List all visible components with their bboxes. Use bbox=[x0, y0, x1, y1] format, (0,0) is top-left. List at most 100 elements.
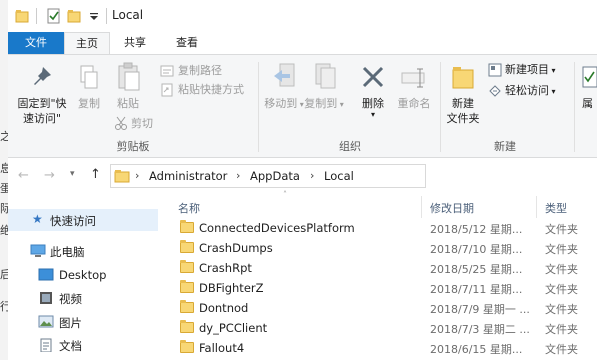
file-row[interactable]: DBFighterZ 2018/7/11 星期... 文件夹 bbox=[170, 278, 597, 298]
folder-icon bbox=[114, 170, 130, 183]
copy-to-label: 复制到 bbox=[304, 97, 338, 110]
file-name: CrashDumps bbox=[199, 241, 273, 255]
divider bbox=[106, 8, 107, 24]
file-name: DBFighterZ bbox=[199, 281, 264, 295]
file-name: ConnectedDevicesPlatform bbox=[199, 221, 355, 235]
properties-check-icon[interactable] bbox=[46, 8, 62, 24]
file-row[interactable]: Dontnod 2018/7/9 星期一 ... 文件夹 bbox=[170, 298, 597, 318]
column-divider[interactable] bbox=[421, 196, 422, 218]
nav-item-label: 视频 bbox=[59, 292, 82, 306]
move-to-label: 移动到 bbox=[264, 97, 298, 110]
tab-share[interactable]: 共享 bbox=[112, 32, 158, 54]
pin-icon[interactable] bbox=[30, 64, 54, 92]
up-arrow-icon[interactable]: ↑ bbox=[90, 167, 101, 182]
file-row[interactable]: Fallout4 2018/6/15 星期... 文件夹 bbox=[170, 338, 597, 358]
file-row[interactable]: ConnectedDevicesPlatform 2018/5/12 星期...… bbox=[170, 218, 597, 238]
delete-button[interactable]: 删除 ▾ bbox=[354, 96, 392, 119]
file-name: dy_PCClient bbox=[199, 321, 268, 335]
easy-access-button[interactable]: 轻松访问 ▾ bbox=[505, 84, 556, 99]
desktop-text-fragment: 后 bbox=[0, 268, 8, 281]
new-item-icon bbox=[488, 63, 502, 77]
sort-chevron-icon: ˄ bbox=[283, 190, 287, 199]
tab-file[interactable]: 文件 bbox=[8, 32, 64, 54]
move-to-icon bbox=[274, 63, 295, 87]
file-type: 文件夹 bbox=[545, 223, 578, 236]
back-arrow-icon[interactable]: ← bbox=[18, 168, 29, 183]
nav-item-this-pc[interactable]: 此电脑 bbox=[8, 240, 158, 262]
rename-button[interactable]: 重命名 bbox=[392, 96, 436, 111]
tab-view[interactable]: 查看 bbox=[164, 32, 210, 54]
copy-to-button[interactable]: 复制到 ▾ bbox=[302, 96, 346, 112]
computer-icon bbox=[30, 244, 46, 257]
column-divider[interactable] bbox=[536, 196, 537, 218]
easy-access-label: 轻松访问 bbox=[505, 84, 549, 97]
pictures-icon bbox=[38, 315, 54, 328]
properties-icon bbox=[582, 66, 597, 88]
video-icon bbox=[40, 292, 52, 304]
nav-item-pictures[interactable]: 图片 bbox=[8, 311, 158, 333]
rename-icon bbox=[401, 68, 425, 88]
column-header-date[interactable]: 修改日期 bbox=[430, 200, 474, 216]
file-type: 文件夹 bbox=[545, 323, 578, 336]
paste-shortcut-icon bbox=[161, 83, 173, 97]
breadcrumb-local[interactable]: Local bbox=[324, 169, 354, 183]
paste-shortcut-button[interactable]: 粘贴快捷方式 bbox=[178, 83, 244, 97]
breadcrumb-appdata[interactable]: AppData bbox=[250, 169, 300, 183]
new-folder-line2: 文件夹 bbox=[446, 112, 480, 125]
move-to-button[interactable]: 移动到 ▾ bbox=[262, 96, 306, 112]
clipboard-group-label: 剪贴板 bbox=[116, 140, 150, 153]
breadcrumb-separator-icon[interactable]: › bbox=[310, 169, 314, 182]
delete-label: 删除 bbox=[362, 97, 384, 110]
folder-icon bbox=[180, 320, 194, 333]
nav-item-documents[interactable]: 文档 bbox=[8, 334, 158, 356]
nav-item-quick-access[interactable]: ★ 快速访问 bbox=[8, 209, 158, 231]
folder-icon bbox=[180, 240, 194, 253]
scissors-icon bbox=[115, 116, 127, 130]
copy-to-icon bbox=[315, 63, 336, 89]
breadcrumb-separator-icon[interactable]: › bbox=[236, 169, 240, 182]
folder-icon bbox=[180, 260, 194, 273]
new-item-label: 新建项目 bbox=[505, 63, 549, 76]
file-type: 文件夹 bbox=[545, 263, 578, 276]
pin-quick-access-button[interactable]: 固定到"快 速访问" bbox=[12, 96, 72, 126]
new-folder-button[interactable]: 新建 文件夹 bbox=[442, 96, 484, 126]
easy-access-icon bbox=[489, 85, 501, 97]
folder-icon bbox=[180, 220, 194, 233]
desktop-text-fragment: 之 bbox=[0, 130, 8, 143]
file-row[interactable]: CrashRpt 2018/5/25 星期... 文件夹 bbox=[170, 258, 597, 278]
column-header-type[interactable]: 类型 bbox=[545, 200, 567, 216]
ribbon-separator bbox=[574, 62, 575, 152]
nav-item-desktop[interactable]: Desktop bbox=[8, 264, 158, 286]
forward-arrow-icon[interactable]: → bbox=[44, 168, 55, 183]
new-folder-quick-icon[interactable] bbox=[66, 8, 82, 24]
paste-icon bbox=[118, 62, 140, 91]
file-row[interactable]: CrashDumps 2018/7/10 星期... 文件夹 bbox=[170, 238, 597, 258]
nav-item-videos[interactable]: 视频 bbox=[8, 287, 158, 309]
breadcrumb-separator-icon[interactable]: › bbox=[135, 169, 139, 182]
column-header-name[interactable]: 名称 bbox=[178, 200, 200, 216]
pin-label-line2: 速访问" bbox=[22, 112, 62, 125]
cut-button[interactable]: 剪切 bbox=[131, 117, 153, 131]
new-item-button[interactable]: 新建项目 ▾ bbox=[505, 63, 556, 78]
window-title: Local bbox=[112, 8, 144, 22]
properties-button[interactable]: 属 bbox=[582, 96, 597, 111]
customize-toolbar-dropdown-icon[interactable] bbox=[88, 8, 100, 24]
ribbon-separator bbox=[258, 62, 259, 152]
folder-icon bbox=[180, 300, 194, 313]
recent-locations-chevron-icon[interactable]: ▾ bbox=[70, 169, 75, 179]
nav-item-label: 此电脑 bbox=[50, 245, 85, 259]
tab-home[interactable]: 主页 bbox=[64, 32, 110, 54]
copy-path-button[interactable]: 复制路径 bbox=[178, 64, 222, 78]
file-row[interactable]: dy_PCClient 2018/7/3 星期二 ... 文件夹 bbox=[170, 318, 597, 338]
copy-path-icon bbox=[160, 65, 174, 77]
star-icon: ★ bbox=[32, 212, 43, 226]
ribbon-separator bbox=[440, 62, 441, 152]
file-name: Dontnod bbox=[199, 301, 249, 315]
file-type: 文件夹 bbox=[545, 243, 578, 256]
new-folder-line1: 新建 bbox=[452, 97, 474, 110]
desktop-icon bbox=[38, 268, 54, 281]
paste-button[interactable]: 粘贴 bbox=[112, 96, 144, 111]
breadcrumb-administrator[interactable]: Administrator bbox=[149, 169, 227, 183]
copy-button[interactable]: 复制 bbox=[74, 96, 104, 111]
nav-item-label: 文档 bbox=[59, 339, 82, 353]
